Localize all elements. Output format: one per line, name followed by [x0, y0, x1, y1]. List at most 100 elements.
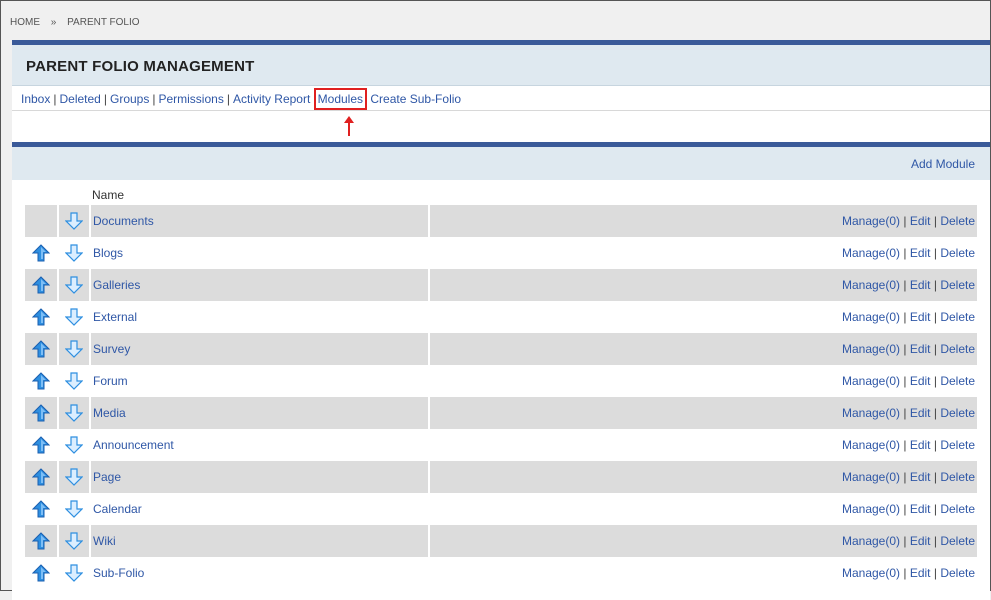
move-down-icon[interactable] [59, 365, 89, 397]
edit-link[interactable]: Edit [910, 246, 931, 260]
tab-inbox[interactable]: Inbox [21, 92, 50, 106]
move-up-icon[interactable] [25, 461, 57, 493]
edit-link[interactable]: Edit [910, 438, 931, 452]
move-up-icon[interactable] [25, 493, 57, 525]
module-name-link[interactable]: Media [93, 406, 126, 420]
move-up-icon[interactable] [25, 429, 57, 461]
move-down-icon[interactable] [59, 557, 89, 589]
manage-link[interactable]: Manage(0) [842, 438, 900, 452]
edit-link[interactable]: Edit [910, 406, 931, 420]
manage-link[interactable]: Manage(0) [842, 246, 900, 260]
module-name-link[interactable]: External [93, 310, 137, 324]
manage-link[interactable]: Manage(0) [842, 374, 900, 388]
name-column-header: Name [92, 188, 125, 202]
manage-link[interactable]: Manage(0) [842, 310, 900, 324]
module-name-link[interactable]: Sub-Folio [93, 566, 144, 580]
delete-link[interactable]: Delete [940, 310, 975, 324]
manage-link[interactable]: Manage(0) [842, 278, 900, 292]
move-up-icon[interactable] [25, 237, 57, 269]
module-name-link[interactable]: Blogs [93, 246, 123, 260]
tab-modules[interactable]: Modules [318, 92, 363, 106]
action-separator: | [903, 246, 907, 260]
delete-link[interactable]: Delete [940, 438, 975, 452]
delete-link[interactable]: Delete [940, 566, 975, 580]
delete-link[interactable]: Delete [940, 214, 975, 228]
move-down-icon[interactable] [59, 301, 89, 333]
delete-link[interactable]: Delete [940, 342, 975, 356]
edit-link[interactable]: Edit [910, 278, 931, 292]
breadcrumb-separator: » [50, 17, 57, 28]
edit-link[interactable]: Edit [910, 374, 931, 388]
manage-link[interactable]: Manage(0) [842, 534, 900, 548]
module-name-cell: Announcement [91, 429, 428, 461]
move-up-icon[interactable] [25, 333, 57, 365]
action-separator: | [933, 214, 937, 228]
move-up-icon[interactable] [25, 269, 57, 301]
module-name-link[interactable]: Documents [93, 214, 154, 228]
move-down-icon[interactable] [59, 333, 89, 365]
move-down-icon[interactable] [59, 429, 89, 461]
move-down-icon[interactable] [59, 205, 89, 237]
module-name-link[interactable]: Wiki [93, 534, 116, 548]
edit-link[interactable]: Edit [910, 214, 931, 228]
tab-deleted[interactable]: Deleted [59, 92, 100, 106]
module-actions-cell: Manage(0) | Edit | Delete [430, 205, 977, 237]
module-name-link[interactable]: Calendar [93, 502, 142, 516]
manage-link[interactable]: Manage(0) [842, 566, 900, 580]
move-down-icon[interactable] [59, 493, 89, 525]
module-row: Forum Manage(0) | Edit | Delete [25, 365, 977, 397]
delete-link[interactable]: Delete [940, 534, 975, 548]
manage-link[interactable]: Manage(0) [842, 470, 900, 484]
breadcrumb-current: PARENT FOLIO [67, 17, 140, 28]
breadcrumb-home[interactable]: HOME [10, 17, 40, 28]
module-name-link[interactable]: Announcement [93, 438, 174, 452]
module-actions-cell: Manage(0) | Edit | Delete [430, 237, 977, 269]
move-down-icon[interactable] [59, 525, 89, 557]
manage-link[interactable]: Manage(0) [842, 214, 900, 228]
action-separator: | [903, 342, 907, 356]
tab-separator: | [226, 92, 230, 106]
module-actions-cell: Manage(0) | Edit | Delete [430, 333, 977, 365]
action-separator: | [933, 342, 937, 356]
delete-link[interactable]: Delete [940, 278, 975, 292]
move-up-icon[interactable] [25, 301, 57, 333]
tab-separator: | [103, 92, 107, 106]
delete-link[interactable]: Delete [940, 246, 975, 260]
delete-link[interactable]: Delete [940, 374, 975, 388]
tab-create-sub-folio[interactable]: Create Sub-Folio [370, 92, 461, 106]
manage-link[interactable]: Manage(0) [842, 342, 900, 356]
move-down-icon[interactable] [59, 397, 89, 429]
manage-link[interactable]: Manage(0) [842, 406, 900, 420]
module-name-link[interactable]: Page [93, 470, 121, 484]
edit-link[interactable]: Edit [910, 342, 931, 356]
edit-link[interactable]: Edit [910, 470, 931, 484]
edit-link[interactable]: Edit [910, 534, 931, 548]
tab-activity-report[interactable]: Activity Report [233, 92, 310, 106]
edit-link[interactable]: Edit [910, 502, 931, 516]
module-name-link[interactable]: Forum [93, 374, 128, 388]
move-down-icon[interactable] [59, 237, 89, 269]
module-row: Sub-Folio Manage(0) | Edit | Delete [25, 557, 977, 589]
module-row: Page Manage(0) | Edit | Delete [25, 461, 977, 493]
action-separator: | [903, 214, 907, 228]
move-up-icon[interactable] [25, 525, 57, 557]
module-actions-cell: Manage(0) | Edit | Delete [430, 525, 977, 557]
module-name-cell: External [91, 301, 428, 333]
edit-link[interactable]: Edit [910, 566, 931, 580]
edit-link[interactable]: Edit [910, 310, 931, 324]
tab-permissions[interactable]: Permissions [158, 92, 223, 106]
module-name-link[interactable]: Survey [93, 342, 130, 356]
delete-link[interactable]: Delete [940, 470, 975, 484]
action-separator: | [903, 566, 907, 580]
move-up-icon[interactable] [25, 557, 57, 589]
manage-link[interactable]: Manage(0) [842, 502, 900, 516]
move-up-icon[interactable] [25, 397, 57, 429]
delete-link[interactable]: Delete [940, 502, 975, 516]
add-module-link[interactable]: Add Module [911, 157, 975, 171]
move-down-icon[interactable] [59, 269, 89, 301]
move-up-icon[interactable] [25, 365, 57, 397]
move-down-icon[interactable] [59, 461, 89, 493]
module-name-link[interactable]: Galleries [93, 278, 140, 292]
tab-groups[interactable]: Groups [110, 92, 149, 106]
delete-link[interactable]: Delete [940, 406, 975, 420]
